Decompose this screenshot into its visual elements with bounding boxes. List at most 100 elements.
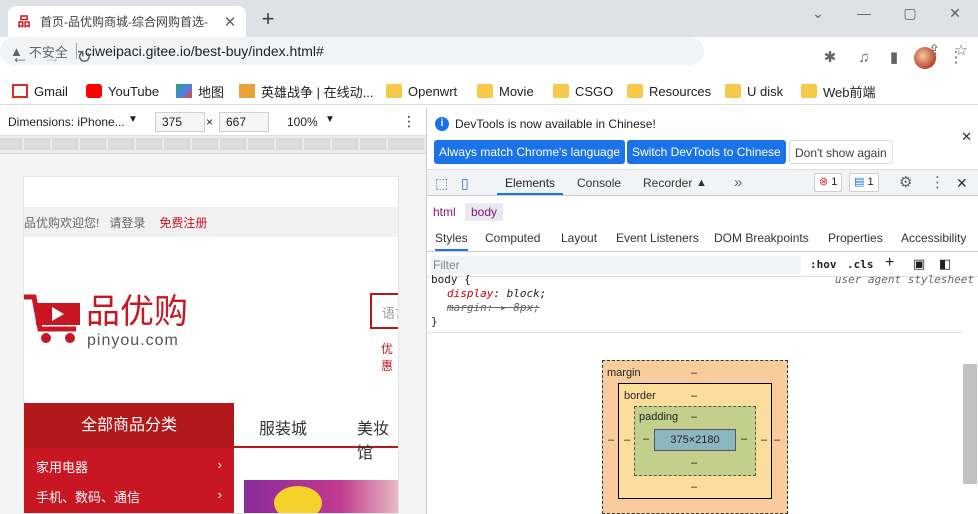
margin-right-value[interactable]: – [774,434,780,446]
tab-strip: 品 首页-品优购商城-综合网购首选- ✕ + ⌄ — ▢ ✕ [0,0,978,37]
subtab-layout[interactable]: Layout [561,226,597,251]
device-width-input[interactable]: 375 [155,112,205,132]
bookmark-folder-openwrt[interactable]: Openwrt [386,77,457,105]
padding-right-value[interactable]: – [741,433,747,445]
box-model-margin[interactable]: margin – – – border – – – – padding – – … [602,360,788,514]
close-devtools-icon[interactable]: ✕ [956,170,968,196]
dropdown-arrow-icon[interactable]: ▼ [325,114,335,125]
device-toggle-icon[interactable]: ▯ [461,170,469,196]
category-item[interactable]: 家用电器 › [36,457,222,476]
dropdown-arrow-icon[interactable]: ▼ [128,114,138,125]
border-right-value[interactable]: – [761,434,767,446]
close-infobar-icon[interactable]: ✕ [961,129,972,145]
element-state-icon[interactable]: ▣ [913,256,925,272]
devtools-menu-icon[interactable]: ⋮ [930,170,945,196]
profile-avatar[interactable] [914,47,936,69]
more-options-icon[interactable]: ⋮ [402,113,416,130]
bookmark-folder-movie[interactable]: Movie [477,77,534,105]
chevron-right-icon: › [217,487,222,502]
new-rule-button[interactable]: + [885,254,894,272]
emulated-viewport[interactable]: 品优购欢迎您! 请登录 免费注册 品优购 pinyou.com 语言 优惠 全部… [23,176,399,514]
browser-tab[interactable]: 品 首页-品优购商城-综合网购首选- ✕ [8,6,246,37]
bookmark-folder-udisk[interactable]: U disk [725,77,783,105]
dont-show-again-button[interactable]: Don't show again [789,140,893,164]
window-maximize-button[interactable]: ▢ [887,4,933,22]
box-model-border[interactable]: border – – – – padding – – – – 375×2180 [618,383,772,499]
inspect-element-icon[interactable]: ⬚ [435,170,448,196]
rule-selector[interactable]: body { [431,273,471,287]
nav-link-beauty[interactable]: 美妆馆 [357,415,398,463]
subtab-accessibility[interactable]: Accessibility [901,226,966,251]
subtab-styles[interactable]: Styles [435,226,468,251]
zoom-select[interactable]: 100% [287,115,318,129]
bookmark-youtube[interactable]: YouTube [86,77,159,105]
bookmark-folder-csgo[interactable]: CSGO [553,77,613,105]
error-count-badge[interactable]: ⊗ 1 [814,173,843,192]
side-panel-icon[interactable]: ▮ [882,46,906,70]
styles-filter-input[interactable]: Filter [431,256,801,274]
new-tab-button[interactable]: + [258,8,278,30]
forward-arrow-icon[interactable]: → [38,37,66,77]
class-toggle[interactable]: .cls [847,258,874,271]
border-left-value[interactable]: – [624,434,630,446]
gmail-icon [12,84,28,98]
all-categories-button[interactable]: 全部商品分类 [24,403,234,448]
address-bar[interactable]: ▲ 不安全 ciweipaci.gitee.io/best-buy/index.… [0,37,968,65]
border-top-value[interactable]: – [691,390,697,402]
info-message: DevTools is now available in Chinese! [455,117,656,131]
shopping-cart-logo-icon[interactable] [24,293,84,345]
bookmark-maps[interactable]: 地图 [176,77,224,105]
hover-state-toggle[interactable]: :hov [810,258,837,271]
border-bottom-value[interactable]: – [691,481,697,493]
message-count-badge[interactable]: ▤ 1 [849,173,879,192]
padding-bottom-value[interactable]: – [691,457,697,469]
subtab-properties[interactable]: Properties [828,226,883,251]
hot-word-link[interactable]: 优惠 [381,340,398,374]
bookmark-folder-web[interactable]: Web前端 [801,77,876,105]
bookmark-label: Resources [649,83,712,99]
register-link[interactable]: 免费注册 [159,214,207,231]
nav-link-clothing[interactable]: 服装城 [259,415,307,439]
login-link[interactable]: 请登录 [109,214,145,231]
window-minimize-button[interactable]: — [841,4,887,22]
media-query-ruler[interactable] [0,136,426,154]
reload-icon[interactable]: ↻ [70,37,98,77]
bookmark-site[interactable]: 英雄战争 | 在线动... [239,77,373,105]
padding-left-value[interactable]: – [643,433,649,445]
breadcrumb-body[interactable]: body [465,203,504,221]
window-close-button[interactable]: ✕ [932,4,978,22]
padding-top-value[interactable]: – [691,411,697,423]
margin-top-value[interactable]: – [691,367,697,379]
search-input[interactable]: 语言 [370,293,398,329]
margin-left-value[interactable]: – [608,434,614,446]
category-item[interactable]: 手机、数码、通信 › [36,487,222,506]
settings-gear-icon[interactable]: ⚙ [899,170,912,196]
device-dimensions-select[interactable]: Dimensions: iPhone... [8,115,125,129]
subtab-computed[interactable]: Computed [485,226,540,251]
tab-console[interactable]: Console [577,170,621,196]
promo-banner-image[interactable] [244,480,398,513]
menu-icon[interactable]: ⋮ [944,46,968,70]
extensions-icon[interactable]: ✱ [818,46,842,70]
devtools-scrollbar[interactable] [963,364,977,484]
bookmark-gmail[interactable]: Gmail [12,77,68,105]
subtab-event-listeners[interactable]: Event Listeners [616,226,699,251]
box-model-content-size[interactable]: 375×2180 [654,429,736,451]
toggle-sidebar-icon[interactable]: ◧ [939,256,951,272]
breadcrumb-html[interactable]: html [427,203,462,221]
back-arrow-icon[interactable]: ← [6,37,34,77]
rule-declaration-display[interactable]: display: block; [447,287,546,301]
switch-to-chinese-button[interactable]: Switch DevTools to Chinese [627,140,786,164]
box-model-padding[interactable]: padding – – – – 375×2180 [634,406,756,476]
media-control-icon[interactable]: ♫ [852,46,876,70]
tab-elements[interactable]: Elements [497,170,564,195]
close-tab-icon[interactable]: ✕ [222,13,238,31]
more-tabs-icon[interactable]: » [734,170,742,196]
always-match-language-button[interactable]: Always match Chrome's language [434,140,626,164]
bookmark-folder-resources[interactable]: Resources [627,77,711,105]
rule-declaration-margin[interactable]: margin: ▸ 8px; [447,301,540,315]
device-height-input[interactable]: 667 [219,112,269,132]
tab-recorder[interactable]: Recorder [643,170,692,196]
tab-search-icon[interactable]: ⌄ [795,4,841,22]
subtab-dom-breakpoints[interactable]: DOM Breakpoints [714,226,809,251]
